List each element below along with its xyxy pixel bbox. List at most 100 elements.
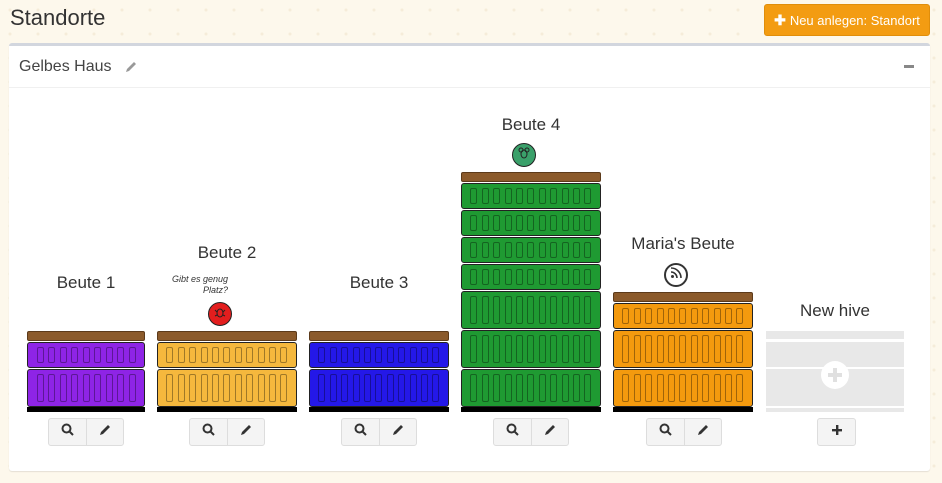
add-hive-button[interactable] [818,419,855,445]
hive-frame [36,374,44,402]
hive-base [309,407,449,412]
hive-frame [375,347,383,363]
hive-frame [527,242,535,258]
hive-frame [493,188,501,204]
hive-base [613,407,753,412]
hive-frame [725,374,733,402]
hive-frame [117,347,124,363]
hive-actions [48,418,124,446]
hive-frame [668,308,676,324]
hive-frame [200,374,208,402]
hive-frame [702,308,710,324]
hive-status-badge[interactable] [512,143,536,167]
hive-frame [177,374,185,402]
hive-frame [71,347,78,363]
hive-status-badge[interactable] [664,263,688,287]
hive-frame [59,374,67,402]
hive-frame [725,335,733,363]
hive-base [27,407,145,412]
hive-roof [27,331,145,341]
hive-frame [584,215,592,231]
hive-frame [550,296,558,324]
hive-frame [656,374,664,402]
hive-frame [584,242,592,258]
hive-frame [409,374,417,402]
hive-frame [269,374,277,402]
pencil-icon[interactable] [124,60,138,74]
hive-frame [573,374,581,402]
hive-frame [421,374,429,402]
hive-frame [561,374,569,402]
hive-frame [550,374,558,402]
hive-frame [550,215,558,231]
hive-frame [504,242,512,258]
location-header: Gelbes Haus [9,46,930,88]
hive-frame [481,296,489,324]
hive-frame [516,335,524,363]
hive-frame [409,347,417,363]
hive-frame [690,335,698,363]
hive-frame [690,374,698,402]
edit-button[interactable] [379,419,416,445]
hive-note-line: Platz? [202,285,228,295]
inspect-button[interactable] [342,419,379,445]
inspect-button[interactable] [49,419,86,445]
hive-frame [584,269,592,285]
hive-frame [573,269,581,285]
hive-frame [166,347,174,363]
bug-icon [213,305,227,324]
hive-frame [736,374,744,402]
edit-button[interactable] [684,419,721,445]
hive-frame [223,374,231,402]
hive-frame [223,347,231,363]
hive-frame [105,374,113,402]
hive-frame [318,347,326,363]
new-hive-placeholder [766,331,904,339]
hive-frame [527,215,535,231]
hive-frame [713,335,721,363]
hive-frame [645,335,653,363]
hive-frame [105,347,113,363]
hive-box [309,342,449,368]
collapse-button[interactable] [902,59,916,73]
inspect-button[interactable] [494,419,531,445]
hive-frame [94,374,101,402]
hive-frame [269,347,277,363]
hive-frame [550,188,558,204]
hive-actions [493,418,569,446]
hive-box [309,369,449,407]
hive-frame [398,347,406,363]
hive-frame [59,347,67,363]
pencil-icon [544,423,557,441]
hive-frame [504,215,512,231]
edit-button[interactable] [531,419,568,445]
hive-frame [584,296,592,324]
hive-frame [94,347,101,363]
hive-frame [573,242,581,258]
page-title: Standorte [10,5,106,30]
hive-frame [504,296,512,324]
hive-frame [246,374,254,402]
hive-frame [375,374,383,402]
hive-status-badge[interactable] [208,302,232,326]
plus-icon[interactable] [821,361,849,389]
hive-frame [538,188,546,204]
hive-frame [668,374,676,402]
edit-button[interactable] [227,419,264,445]
hive-frame [561,269,569,285]
minus-icon [904,64,914,68]
hive-frame [584,374,592,402]
hive-frame [470,296,478,324]
hive-frame [329,347,337,363]
hive-frame [516,296,524,324]
hive-frame [470,242,478,258]
hive-frame [364,347,372,363]
new-location-button[interactable]: ✚ Neu anlegen: Standort [764,4,930,36]
hive-frame [82,347,90,363]
inspect-button[interactable] [190,419,227,445]
search-icon [354,423,367,441]
edit-button[interactable] [86,419,123,445]
hive-frame [352,347,360,363]
inspect-button[interactable] [647,419,684,445]
hive-frame [527,296,535,324]
